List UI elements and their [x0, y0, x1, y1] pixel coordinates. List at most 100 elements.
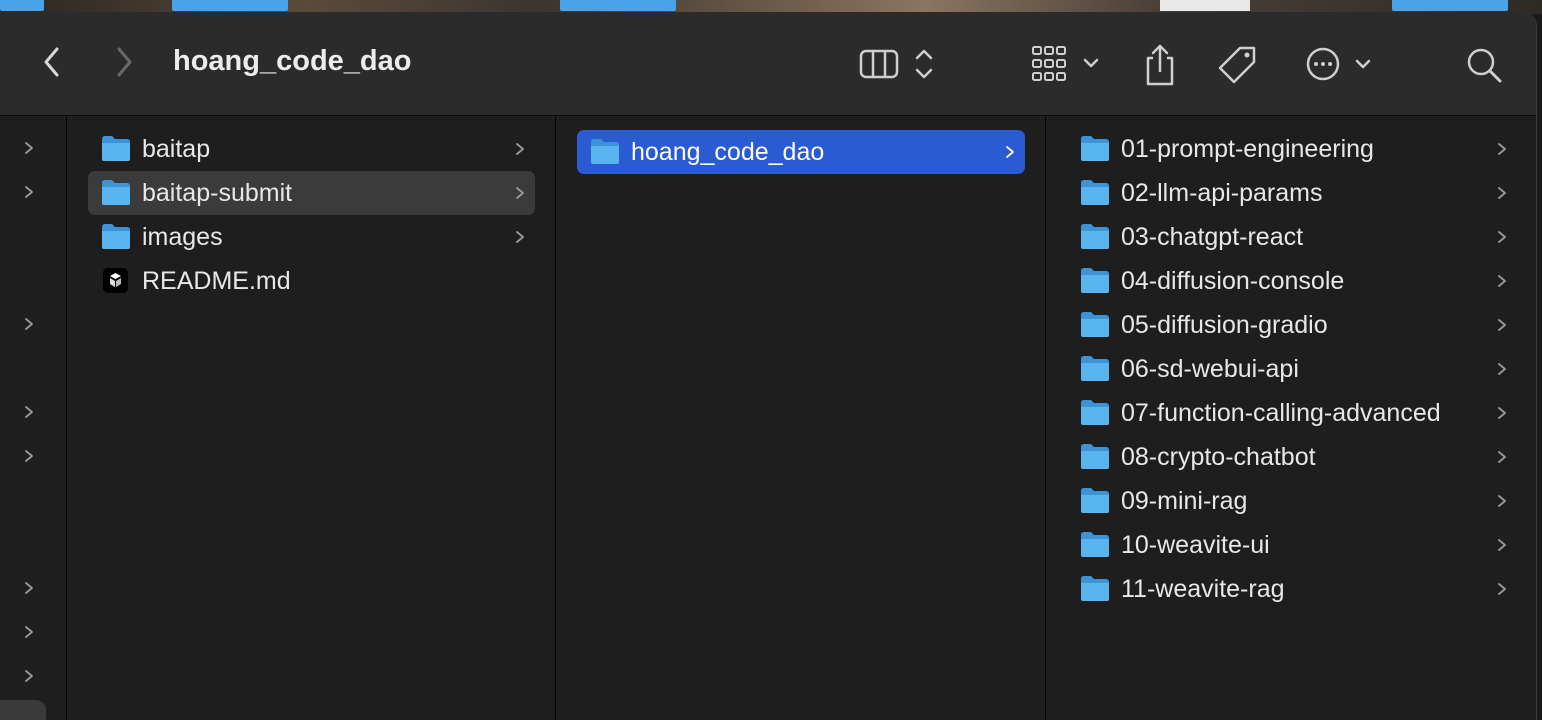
desktop-item — [1160, 0, 1250, 11]
chevron-right-icon — [1498, 539, 1506, 551]
item-name: 02-llm-api-params — [1121, 178, 1323, 207]
group-button[interactable] — [1028, 44, 1104, 84]
folder-icon — [1081, 136, 1109, 161]
chevron-right-icon[interactable] — [23, 185, 35, 199]
list-item[interactable]: 11-weavite-rag — [1067, 567, 1517, 611]
chevron-right-icon[interactable] — [23, 141, 35, 155]
column-2: hoang_code_dao — [557, 117, 1046, 720]
scroll-indicator — [0, 700, 46, 720]
item-name: 03-chatgpt-react — [1121, 222, 1304, 251]
chevron-right-icon — [1006, 146, 1014, 158]
folder-icon — [591, 139, 619, 164]
chevron-right-icon — [1498, 187, 1506, 199]
chevron-right-icon — [1498, 583, 1506, 595]
item-name: 08-crypto-chatbot — [1121, 442, 1316, 471]
chevron-right-icon[interactable] — [23, 405, 35, 419]
chevron-right-icon — [516, 143, 524, 155]
list-item-readme[interactable]: README.md — [88, 259, 535, 303]
forward-button[interactable] — [108, 42, 140, 82]
column-1: baitap baitap-submit images README.md — [68, 117, 556, 720]
list-item-images[interactable]: images — [88, 215, 535, 259]
chevron-right-icon — [1498, 143, 1506, 155]
item-name: 05-diffusion-gradio — [1121, 310, 1328, 339]
folder-icon — [1081, 224, 1109, 249]
item-name: 04-diffusion-console — [1121, 266, 1345, 295]
folder-icon — [1081, 400, 1109, 425]
tag-button[interactable] — [1216, 42, 1262, 88]
list-item[interactable]: 06-sd-webui-api — [1067, 347, 1517, 391]
desktop-item — [1392, 0, 1508, 11]
list-item-baitap-submit[interactable]: baitap-submit — [88, 171, 535, 215]
markdown-file-icon — [103, 268, 128, 293]
finder-window: hoang_code_dao baitap baitap-submit imag… — [0, 12, 1537, 720]
chevron-right-icon[interactable] — [23, 449, 35, 463]
folder-icon — [1081, 312, 1109, 337]
folder-icon — [1081, 180, 1109, 205]
item-name: README.md — [142, 266, 291, 295]
list-item[interactable]: 02-llm-api-params — [1067, 171, 1517, 215]
more-actions-button[interactable] — [1302, 42, 1376, 88]
list-item-baitap[interactable]: baitap — [88, 127, 535, 171]
desktop-item — [0, 0, 44, 11]
list-item[interactable]: 01-prompt-engineering — [1067, 127, 1517, 171]
search-icon — [1467, 48, 1502, 83]
ellipsis-circle-icon — [1306, 47, 1371, 81]
chevron-right-icon[interactable] — [23, 581, 35, 595]
chevron-right-icon — [1498, 451, 1506, 463]
chevron-right-icon — [117, 47, 132, 77]
chevron-right-icon[interactable] — [23, 317, 35, 331]
chevron-left-icon — [44, 47, 59, 77]
grid-group-icon — [1032, 46, 1099, 81]
previous-column[interactable] — [0, 117, 67, 720]
chevron-right-icon — [1498, 363, 1506, 375]
folder-icon — [1081, 532, 1109, 557]
item-name: baitap — [142, 134, 211, 163]
search-button[interactable] — [1462, 42, 1506, 88]
item-name: images — [142, 222, 223, 251]
folder-icon — [102, 136, 130, 161]
chevron-right-icon — [1498, 275, 1506, 287]
desktop-item — [560, 0, 676, 11]
folder-icon — [1081, 268, 1109, 293]
chevron-right-icon[interactable] — [23, 669, 35, 683]
chevron-right-icon — [1498, 407, 1506, 419]
column-view-icon — [859, 49, 933, 79]
folder-icon — [1081, 488, 1109, 513]
item-name: 01-prompt-engineering — [1121, 134, 1374, 163]
list-item[interactable]: 04-diffusion-console — [1067, 259, 1517, 303]
chevron-right-icon — [1498, 231, 1506, 243]
item-name: 07-function-calling-advanced — [1121, 398, 1441, 427]
chevron-right-icon — [516, 187, 524, 199]
chevron-right-icon — [1498, 495, 1506, 507]
list-item[interactable]: 03-chatgpt-react — [1067, 215, 1517, 259]
share-icon — [1146, 44, 1174, 86]
chevron-right-icon[interactable] — [23, 625, 35, 639]
column-3: 01-prompt-engineering 02-llm-api-params … — [1047, 117, 1536, 720]
tag-icon — [1218, 46, 1256, 84]
item-name: hoang_code_dao — [631, 137, 825, 166]
list-item[interactable]: 10-weavite-ui — [1067, 523, 1517, 567]
view-options-button[interactable] — [856, 46, 942, 82]
folder-icon — [102, 224, 130, 249]
folder-icon — [1081, 576, 1109, 601]
item-name: baitap-submit — [142, 178, 293, 207]
share-button[interactable] — [1140, 42, 1180, 88]
item-name: 11-weavite-rag — [1121, 574, 1285, 603]
toolbar: hoang_code_dao — [0, 12, 1536, 116]
window-title: hoang_code_dao — [173, 45, 412, 77]
item-name: 10-weavite-ui — [1121, 530, 1270, 559]
chevron-right-icon — [1498, 319, 1506, 331]
list-item-hoang-code-dao[interactable]: hoang_code_dao — [577, 130, 1025, 174]
folder-icon — [1081, 356, 1109, 381]
back-button[interactable] — [36, 42, 68, 82]
folder-icon — [102, 180, 130, 205]
folder-icon — [1081, 444, 1109, 469]
chevron-right-icon — [516, 231, 524, 243]
item-name: 06-sd-webui-api — [1121, 354, 1299, 383]
list-item[interactable]: 09-mini-rag — [1067, 479, 1517, 523]
list-item[interactable]: 08-crypto-chatbot — [1067, 435, 1517, 479]
list-item[interactable]: 05-diffusion-gradio — [1067, 303, 1517, 347]
desktop-item — [172, 0, 288, 11]
item-name: 09-mini-rag — [1121, 486, 1248, 515]
list-item[interactable]: 07-function-calling-advanced — [1067, 391, 1517, 435]
